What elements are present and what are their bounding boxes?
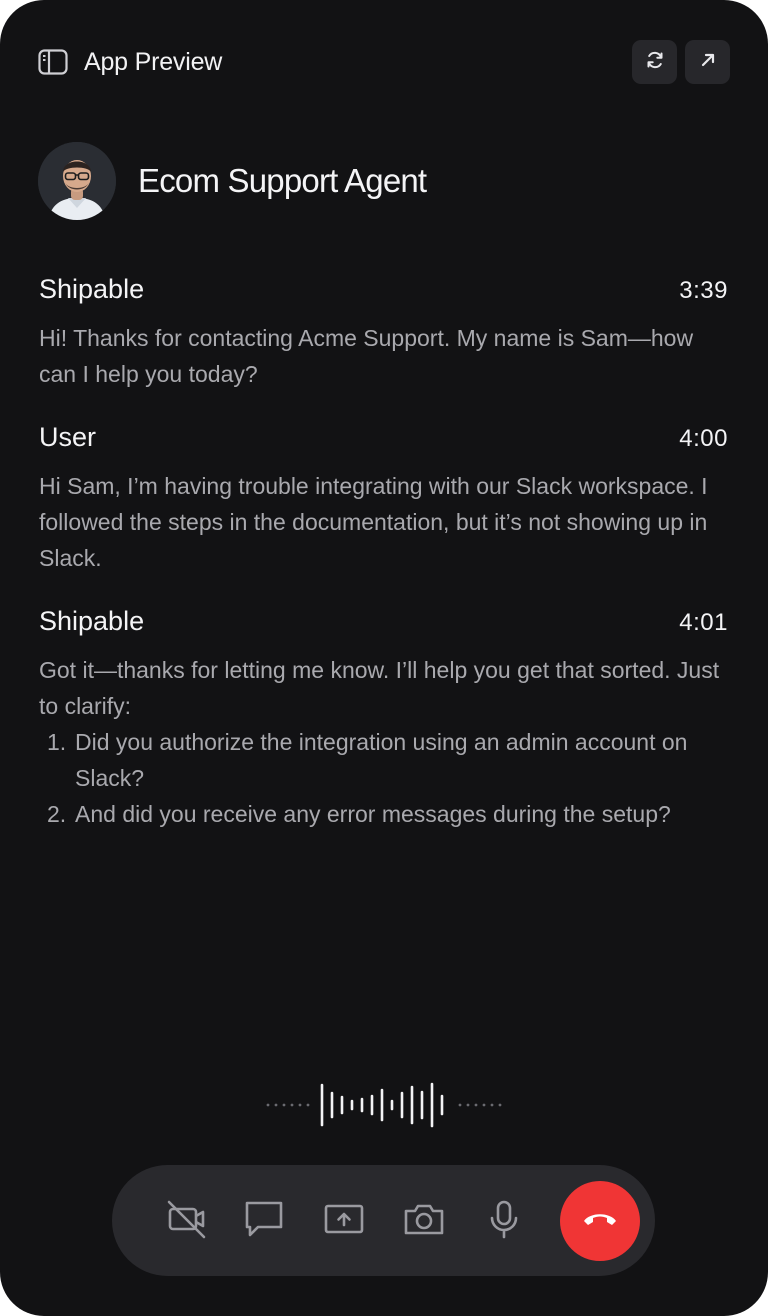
end-call-button[interactable] — [560, 1181, 640, 1261]
list-item-text: Did you authorize the integration using … — [75, 729, 688, 791]
message: Shipable 4:01 Got it—thanks for letting … — [39, 606, 728, 832]
chat-bubble-icon — [242, 1197, 286, 1246]
message-header: Shipable 4:01 — [39, 606, 728, 644]
message-time: 4:01 — [679, 609, 728, 636]
video-off-icon — [164, 1197, 208, 1246]
arrow-up-right-icon — [698, 50, 718, 75]
sidebar-toggle-icon[interactable] — [38, 49, 68, 75]
agent-avatar — [38, 142, 116, 220]
refresh-button[interactable] — [632, 40, 677, 84]
refresh-icon — [644, 49, 666, 76]
list-item-number: 1. — [47, 729, 67, 755]
message-list: Shipable 3:39 Hi! Thanks for contacting … — [39, 274, 728, 862]
message-sender: Shipable — [39, 606, 145, 636]
list-item: 2. And did you receive any error message… — [39, 796, 728, 832]
camera-capture-button[interactable] — [400, 1197, 448, 1245]
screen-share-icon — [322, 1197, 366, 1246]
message-sender: Shipable — [39, 274, 145, 304]
list-item-text: And did you receive any error messages d… — [75, 801, 671, 827]
agent-name: Ecom Support Agent — [138, 162, 427, 199]
call-controls — [112, 1165, 655, 1276]
message-header: Shipable 3:39 — [39, 274, 728, 312]
message: Shipable 3:39 Hi! Thanks for contacting … — [39, 274, 728, 392]
message-time: 3:39 — [679, 277, 728, 304]
message-time: 4:00 — [679, 425, 728, 452]
microphone-icon — [482, 1197, 526, 1246]
message-numbered-list: 1. Did you authorize the integration usi… — [39, 724, 728, 832]
app-preview-frame: App Preview Ecom Support Agent Shipable … — [0, 0, 768, 1316]
header: App Preview — [38, 40, 730, 84]
agent-header: Ecom Support Agent — [38, 142, 427, 220]
message: User 4:00 Hi Sam, I’m having trouble int… — [39, 422, 728, 576]
message-sender: User — [39, 422, 97, 452]
message-header: User 4:00 — [39, 422, 728, 460]
message-text: Hi! Thanks for contacting Acme Support. … — [39, 325, 694, 387]
message-text: Got it—thanks for letting me know. I’ll … — [39, 657, 720, 719]
share-screen-button[interactable] — [320, 1197, 368, 1245]
header-actions — [632, 40, 730, 84]
camera-icon — [402, 1197, 446, 1246]
microphone-button[interactable] — [480, 1197, 528, 1245]
app-title: App Preview — [84, 47, 223, 76]
open-external-button[interactable] — [685, 40, 730, 84]
chat-button[interactable] — [240, 1197, 288, 1245]
phone-hangup-icon — [581, 1208, 619, 1235]
message-text: Hi Sam, I’m having trouble integrating w… — [39, 473, 708, 571]
voice-waveform — [264, 1082, 504, 1128]
camera-toggle-button[interactable] — [162, 1197, 210, 1245]
list-item-number: 2. — [47, 801, 67, 827]
list-item: 1. Did you authorize the integration usi… — [39, 724, 728, 796]
